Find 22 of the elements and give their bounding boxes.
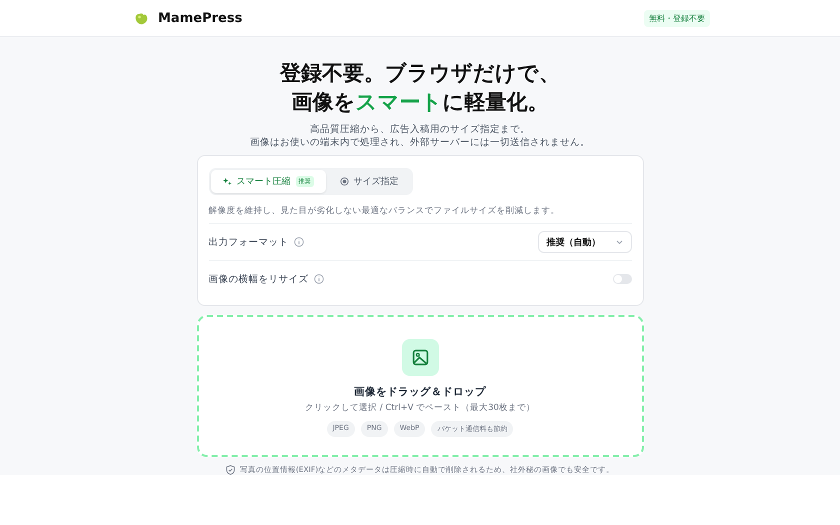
hero-subtitle: 高品質圧縮から、広告入稿用のサイズ指定まで。 bbox=[309, 123, 531, 136]
free-badge: 無料・登録不要 bbox=[644, 10, 710, 26]
format-select[interactable]: 推奨（自動） bbox=[538, 231, 632, 253]
mode-description: 解像度を維持し、見た目が劣化しない最適なバランスでファイルサイズを削減します。 bbox=[208, 205, 560, 217]
dropzone-title: 画像をドラッグ＆ドロップ bbox=[354, 385, 486, 399]
setting-label: 出力フォーマット bbox=[208, 236, 288, 248]
mode-tab[interactable]: サイズ指定 bbox=[328, 170, 410, 193]
info-icon bbox=[294, 237, 304, 247]
hero-subtitle: 画像はお使いの端末内で処理され、外部サーバーには一切送信されません。 bbox=[250, 136, 590, 149]
hero-title: 画像をスマート に軽量化。 bbox=[292, 89, 548, 116]
image-icon bbox=[402, 339, 438, 376]
hero-title: 登録不要。ブラウザだけで、 bbox=[280, 60, 560, 87]
chevron-icon bbox=[616, 240, 622, 244]
info-icon bbox=[314, 274, 324, 284]
dropzone-hint: クリックして選択 / Ctrl+V でペースト（最大30枚まで） bbox=[305, 402, 535, 414]
bean-logo-icon bbox=[135, 12, 149, 24]
target-icon bbox=[340, 177, 348, 186]
brand-name: MamePress bbox=[158, 10, 242, 26]
shield-check-icon bbox=[226, 465, 235, 475]
sparkle-icon bbox=[222, 177, 232, 186]
resize-toggle[interactable] bbox=[612, 274, 632, 284]
setting-label: 画像の横幅をリサイズ bbox=[208, 272, 308, 286]
